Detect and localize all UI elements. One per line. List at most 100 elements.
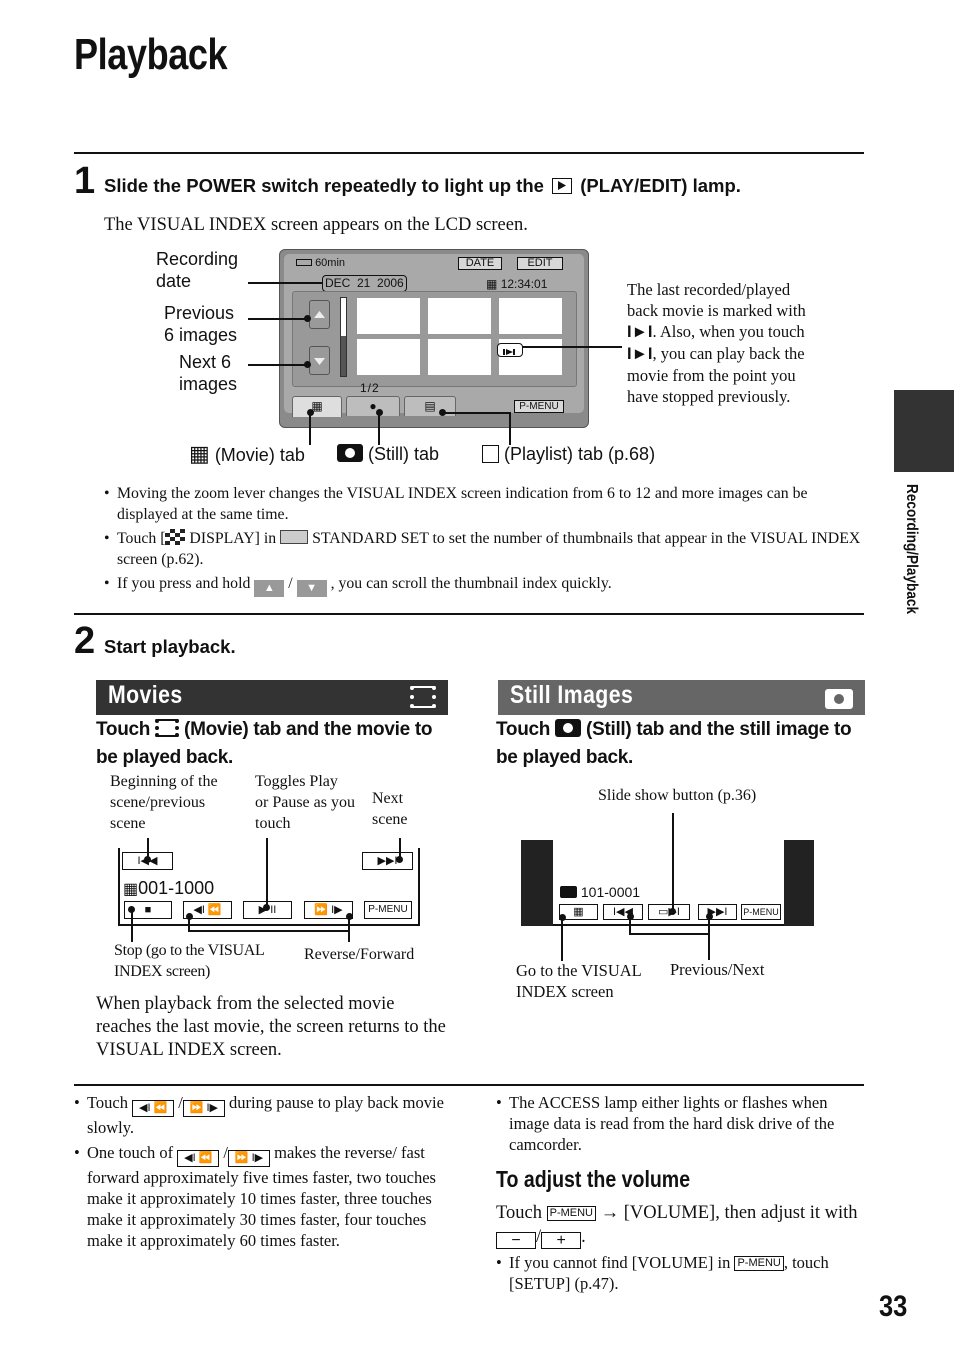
label-recording-date: Recording date: [156, 249, 239, 291]
chapter-tab-marker: [894, 390, 954, 472]
stop-icon: ■: [144, 904, 152, 916]
leader-dot: [669, 908, 676, 915]
step1-notes: Moving the zoom lever changes the VISUAL…: [104, 483, 864, 597]
section-divider: [74, 1084, 864, 1086]
tab-still[interactable]: ●: [346, 396, 400, 416]
leader-line: [442, 412, 511, 414]
thumbnail-4[interactable]: [357, 339, 420, 375]
index-grid-icon: ▦: [573, 906, 584, 918]
leader-line: [131, 910, 133, 942]
leader-line: [188, 916, 190, 930]
display-grid-icon: [165, 529, 186, 545]
film-icon: ▦: [123, 881, 139, 898]
play-edit-icon: [552, 178, 573, 194]
battery-indicator: 60min: [296, 257, 345, 269]
film-icon: [410, 686, 436, 708]
leader-line: [629, 916, 631, 934]
thumbnail-5[interactable]: [428, 339, 491, 375]
leader-line: [629, 933, 710, 935]
still-file-number: 101-0001: [560, 884, 640, 900]
camera-icon: [560, 886, 577, 898]
page-indicator: 1/2: [360, 381, 380, 395]
camera-icon: [825, 689, 853, 709]
playlist-icon: [482, 445, 499, 463]
movies-note: When playback from the selected movie re…: [96, 994, 446, 1060]
step-instruction: Slide the POWER switch repeatedly to lig…: [104, 175, 741, 196]
pmenu-button[interactable]: P-MENU: [514, 400, 564, 413]
tab-movie[interactable]: ▦: [292, 396, 342, 417]
reverse-icon: ◀I ⏪: [193, 904, 222, 916]
leader-line: [561, 917, 563, 961]
forward-icon: ⏩ I▶: [182, 1100, 225, 1117]
resume-icon: I►I: [627, 323, 653, 341]
step-instruction: Start playback.: [104, 636, 236, 657]
note-item: If you cannot find [VOLUME] in P-MENU, t…: [496, 1252, 864, 1294]
label-playlist-tab: (Playlist) tab (p.68): [482, 443, 655, 465]
label-still-tab: (Still) tab: [337, 443, 439, 465]
resume-marker-icon[interactable]: [497, 343, 523, 357]
note-item: If you press and hold ▲ / ▼ , you can sc…: [104, 573, 864, 597]
volume-instruction: Touch P-MENU → [VOLUME], then adjust it …: [496, 1203, 858, 1249]
next-page-button[interactable]: [309, 346, 330, 375]
leader-line: [309, 412, 311, 445]
recording-date: DEC 21 2006: [322, 275, 407, 292]
volume-up-button[interactable]: +: [541, 1232, 582, 1249]
thumbnail-2[interactable]: [428, 298, 491, 334]
label-beginning-scene: Beginning of the scene/previous scene: [110, 773, 218, 832]
pmenu-button[interactable]: P-MENU: [364, 901, 412, 919]
previous-page-button[interactable]: [309, 300, 330, 329]
thumbnail-3[interactable]: [499, 298, 562, 334]
leader-line: [248, 364, 306, 366]
thumbnail-1[interactable]: [357, 298, 420, 334]
note-item: Touch [ DISPLAY] in STANDARD SET to set …: [104, 528, 864, 570]
label-stop: Stop (go to the VISUAL INDEX screen): [114, 942, 265, 980]
leader-line: [348, 916, 350, 942]
camera-icon: [555, 719, 582, 737]
step-subtext: The VISUAL INDEX screen appears on the L…: [104, 215, 528, 235]
page-number: 33: [879, 1290, 908, 1323]
scrollbar[interactable]: [340, 297, 347, 377]
label-previous-next: Previous/Next: [670, 960, 765, 979]
reverse-icon: ◀I ⏪: [177, 1150, 220, 1167]
chapter-label: Recording/Playback: [903, 484, 920, 615]
date-button[interactable]: DATE: [458, 257, 502, 270]
leader-line: [248, 318, 306, 320]
leader-line: [708, 916, 710, 960]
thumbnail-6[interactable]: [497, 339, 562, 375]
up-arrow-icon: [314, 311, 325, 318]
playlist-icon: ▤: [424, 399, 436, 413]
movie-file-number: ▦001-1000: [123, 878, 215, 898]
leader-dot: [144, 856, 151, 863]
camera-icon: [337, 444, 363, 462]
next-image-button[interactable]: ▶▶I: [698, 904, 737, 920]
step-number: 1: [74, 160, 96, 202]
leader-dot: [304, 361, 311, 368]
battery-icon: [296, 259, 312, 266]
leader-line: [672, 813, 674, 911]
section-divider: [74, 152, 864, 154]
label-movie-tab: ▦ (Movie) tab: [189, 441, 305, 466]
label-visual-index: Go to the VISUAL INDEX screen: [516, 961, 642, 1001]
pmenu-button[interactable]: P-MENU: [546, 1206, 596, 1221]
pmenu-button[interactable]: P-MENU: [741, 904, 781, 920]
scrollbar-thumb[interactable]: [341, 298, 346, 336]
edit-button[interactable]: EDIT: [517, 257, 563, 270]
label-next-scene: Next scene: [372, 790, 408, 828]
volume-down-button[interactable]: −: [496, 1232, 536, 1249]
film-icon: ▦: [486, 277, 498, 291]
leader-line: [522, 346, 622, 348]
leader-line: [248, 282, 322, 284]
up-arrow-icon: ▲: [254, 580, 285, 597]
label-previous-images: Previous 6 images: [164, 303, 238, 345]
pmenu-button[interactable]: P-MENU: [734, 1256, 784, 1271]
stills-section-header: Still Images: [498, 680, 865, 715]
label-slideshow: Slide show button (p.36): [598, 787, 757, 804]
previous-image-button[interactable]: I◀◀: [603, 904, 643, 920]
note-item: One touch of ◀I ⏪ /⏩ I▶ makes the revers…: [74, 1142, 444, 1251]
label-toggle-play: Toggles Play or Pause as you touch: [255, 773, 355, 832]
next-scene-button[interactable]: ▶▶I: [362, 852, 413, 870]
leader-line: [188, 930, 349, 932]
note-item: Moving the zoom lever changes the VISUAL…: [104, 483, 864, 525]
film-icon: [155, 719, 180, 737]
movies-instruction: Touch (Movie) tab and the movie to be pl…: [96, 719, 433, 768]
